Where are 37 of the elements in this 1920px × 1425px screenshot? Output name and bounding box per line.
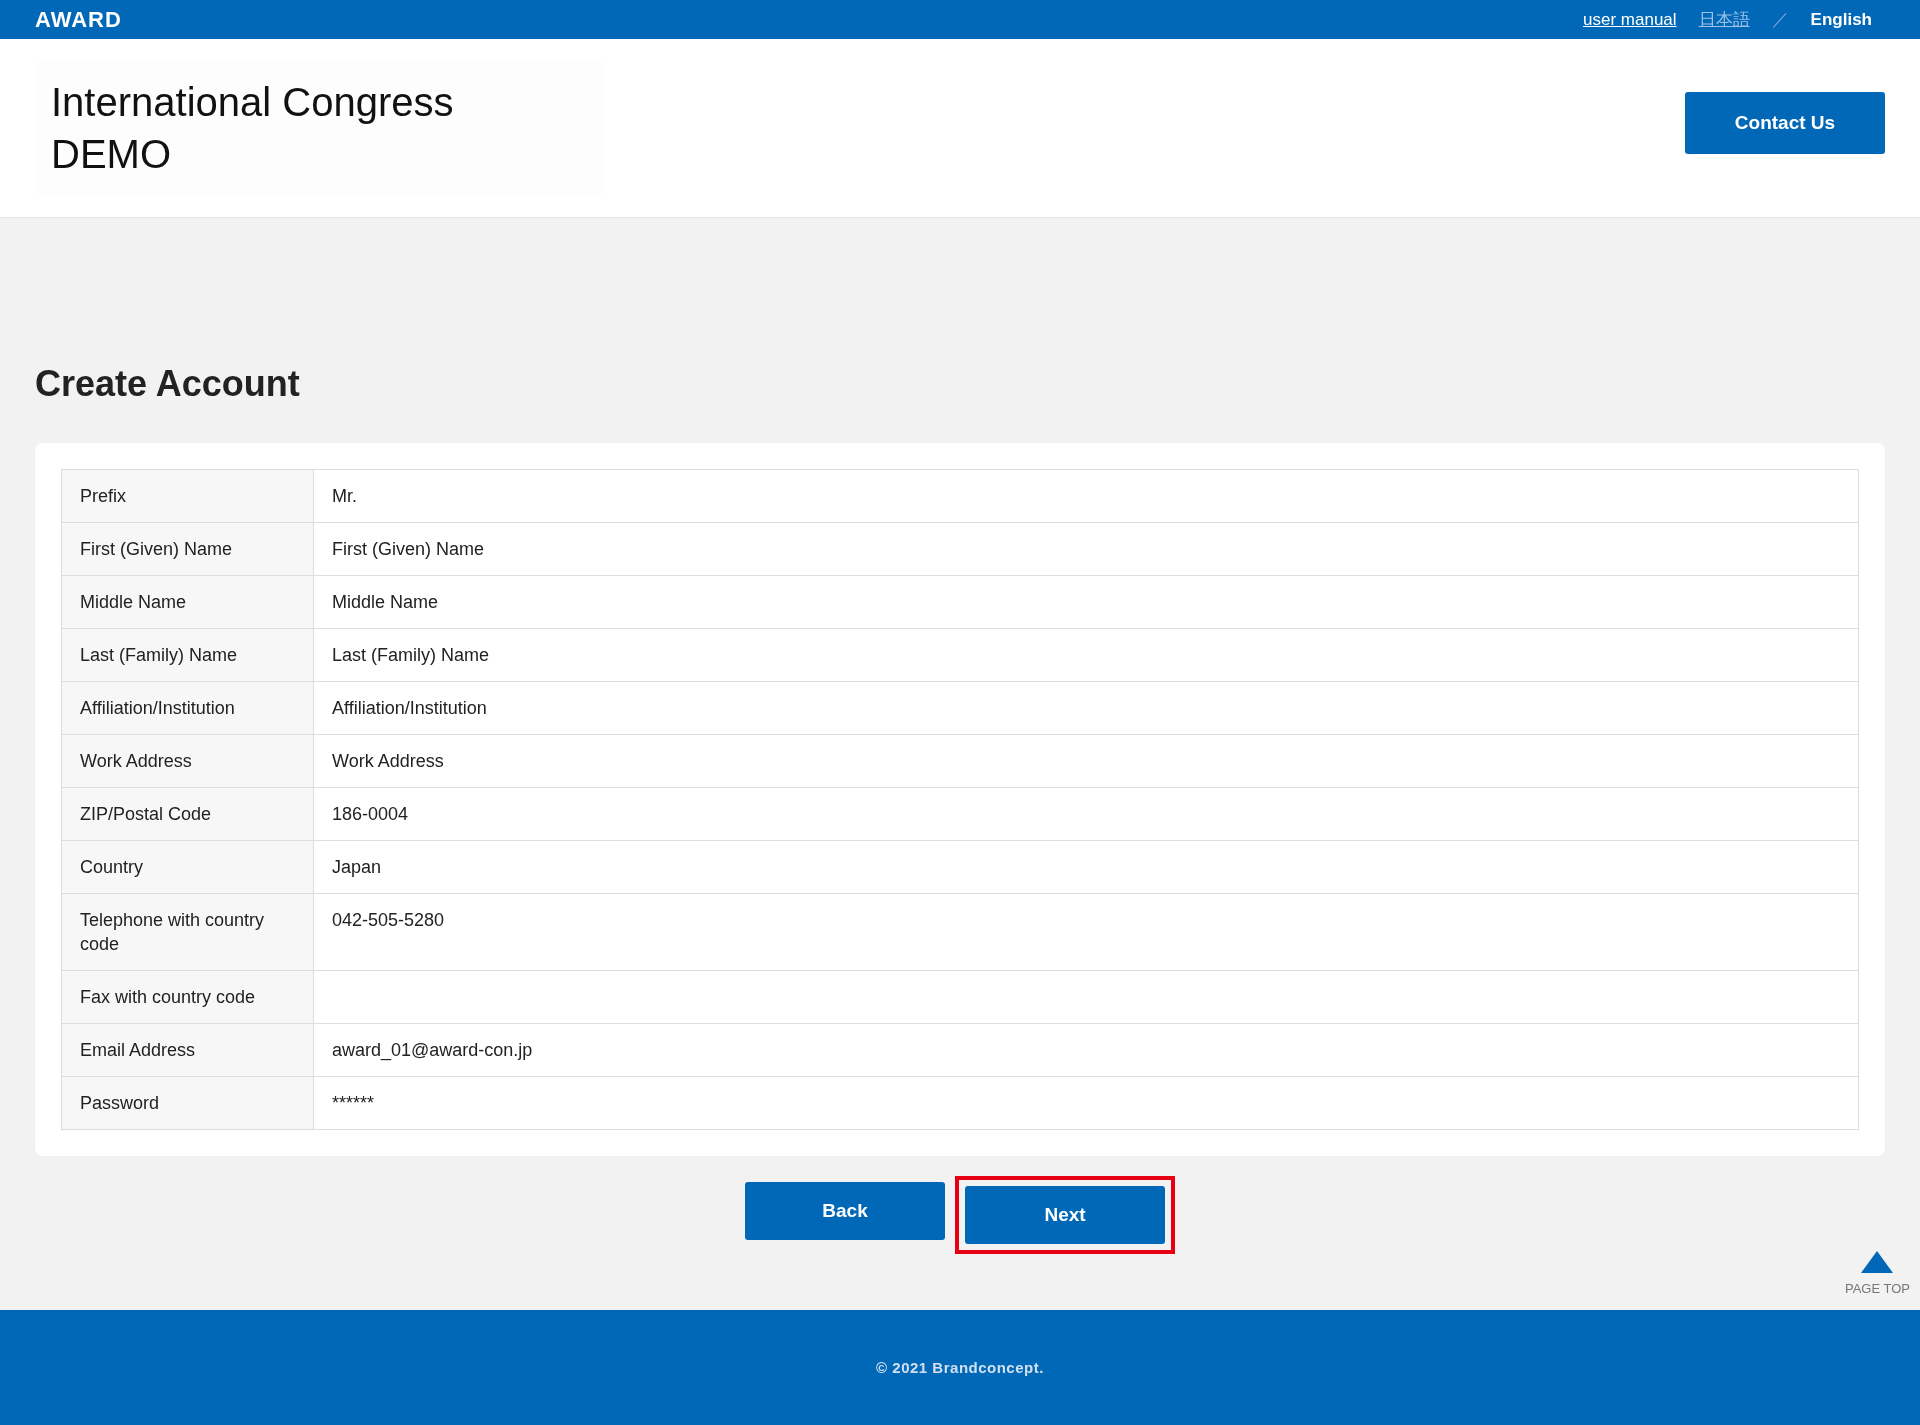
page-title: Create Account xyxy=(35,363,301,405)
field-value: Work Address xyxy=(313,734,1859,788)
field-label: Last (Family) Name xyxy=(61,628,314,682)
field-label: Telephone with country code xyxy=(61,893,314,971)
action-button[interactable]: Back xyxy=(745,1182,945,1240)
field-value: 186-0004 xyxy=(313,787,1859,841)
field-value: Mr. xyxy=(313,469,1859,523)
field-value: ****** xyxy=(313,1076,1859,1130)
field-value: Japan xyxy=(313,840,1859,894)
field-label: Email Address xyxy=(61,1023,314,1077)
separator: ／ xyxy=(1771,9,1789,31)
field-value: award_01@award-con.jp xyxy=(313,1023,1859,1077)
field-label: Fax with country code xyxy=(61,970,314,1024)
site-title: International Congress xyxy=(51,79,454,126)
field-value: Affiliation/Institution xyxy=(313,681,1859,735)
field-label: Work Address xyxy=(61,734,314,788)
field-label: Middle Name xyxy=(61,575,314,629)
action-button[interactable]: Next xyxy=(965,1186,1165,1244)
up-triangle-icon[interactable] xyxy=(1861,1251,1894,1273)
page-top-link[interactable]: PAGE TOP xyxy=(1844,1281,1910,1296)
site-title: DEMO xyxy=(51,131,172,178)
field-label: Country xyxy=(61,840,314,894)
contact-button[interactable]: Contact Us xyxy=(1685,92,1885,154)
field-value: First (Given) Name xyxy=(313,522,1859,576)
logo: AWARD xyxy=(35,6,122,33)
field-label: First (Given) Name xyxy=(61,522,314,576)
copyright-text: © 2021 Brandconcept. xyxy=(876,1359,1044,1376)
field-label: Prefix xyxy=(61,469,314,523)
field-value: Last (Family) Name xyxy=(313,628,1859,682)
field-label: ZIP/Postal Code xyxy=(61,787,314,841)
field-label: Affiliation/Institution xyxy=(61,681,314,735)
user-manual-link[interactable]: user manual xyxy=(1583,9,1677,30)
field-value: Middle Name xyxy=(313,575,1859,629)
language-link[interactable]: English xyxy=(1810,9,1872,30)
field-label: Password xyxy=(61,1076,314,1130)
language-link[interactable]: 日本語 xyxy=(1698,8,1750,31)
field-value: 042-505-5280 xyxy=(313,893,1859,971)
